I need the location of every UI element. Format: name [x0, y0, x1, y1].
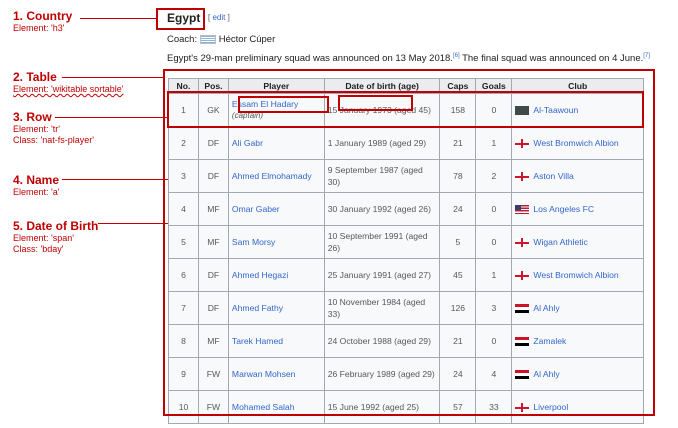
reference-link[interactable]: [7] [643, 53, 650, 59]
squad-announcement: Egypt's 29-man preliminary squad was ann… [167, 53, 650, 64]
annotation-detail: Element: 'h3' [13, 23, 65, 33]
edit-link[interactable]: edit [212, 13, 225, 22]
highlight-name [238, 96, 329, 113]
squad-text-2: The final squad was announced on 4 June. [459, 53, 644, 65]
highlight-country [156, 8, 205, 30]
annotation-title: 5. Date of Birth [13, 219, 99, 233]
reference-link[interactable]: [6] [453, 53, 460, 59]
annotation-country: 1. Country Element: 'h3' [13, 9, 72, 34]
annotation-detail: Class: 'bday' [13, 244, 64, 254]
annotation-title: 1. Country [13, 9, 73, 23]
annotation-detail: Element: 'wikitable sortable' [13, 84, 124, 94]
annotation-name: 4. Name Element: 'a' [13, 173, 59, 198]
coach-name: Héctor Cúper [218, 34, 276, 45]
annotation-detail: Element: 'span' [13, 233, 74, 243]
annotation-table: 2. Table Element: 'wikitable sortable' [13, 70, 124, 95]
argentina-flag-icon [199, 34, 216, 44]
annotation-row: 3. Row Element: 'tr' Class: 'nat-fs-play… [13, 110, 94, 146]
squad-text-1: Egypt's 29-man preliminary squad was ann… [167, 53, 453, 65]
connector-table [62, 77, 164, 78]
edit-section: [ edit ] [208, 13, 230, 22]
connector-country [80, 18, 156, 19]
annotation-detail: Element: 'a' [13, 187, 60, 197]
highlight-dob [338, 95, 413, 111]
annotation-dob: 5. Date of Birth Element: 'span' Class: … [13, 219, 98, 255]
annotation-detail: Class: 'nat-fs-player' [13, 135, 94, 145]
coach-line: Coach: Héctor Cúper [167, 34, 275, 45]
connector-row [55, 117, 167, 118]
annotation-title: 4. Name [13, 173, 60, 187]
annotation-detail: Element: 'tr' [13, 124, 60, 134]
coach-label: Coach: [167, 34, 198, 45]
